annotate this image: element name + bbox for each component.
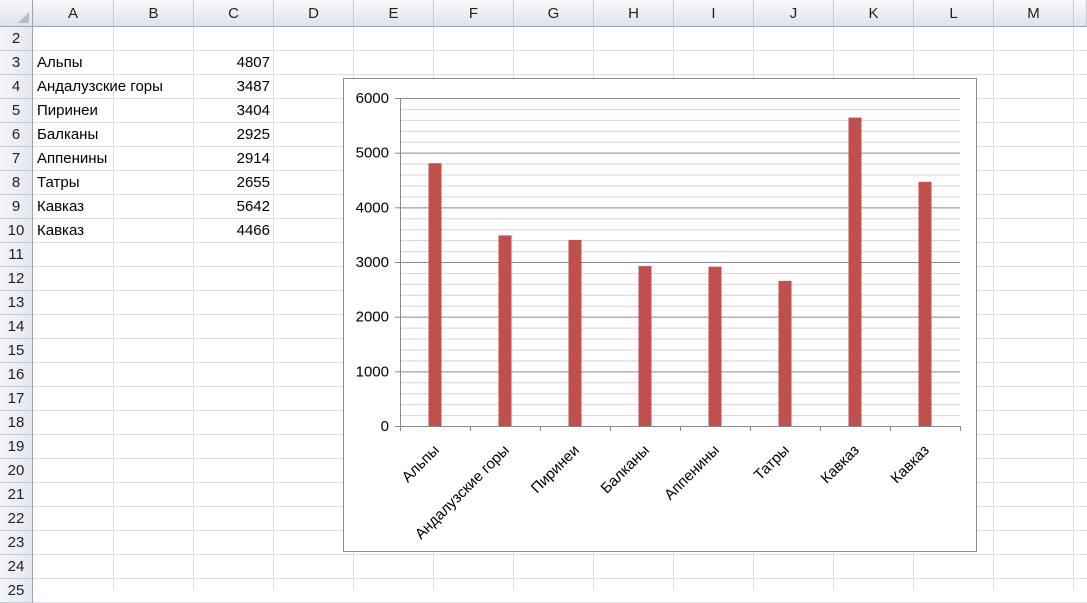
cell-a10[interactable]: Кавказ (37, 219, 84, 243)
cell-a3[interactable]: Альпы (37, 51, 82, 75)
cell-a8[interactable]: Татры (37, 171, 80, 195)
row-header-8[interactable]: 8 (0, 171, 33, 195)
row-header-11[interactable]: 11 (0, 243, 33, 267)
column-header-j[interactable]: J (754, 0, 834, 27)
cell-c8[interactable]: 2655 (193, 171, 270, 195)
bar (568, 239, 582, 426)
spreadsheet[interactable]: ABCDEFGHIJKLM 2 3 4 5 6 7 8 9 10 11 12 13 14 15 16 17 18… (0, 0, 1087, 603)
column-header-h[interactable]: H (594, 0, 674, 27)
select-all-corner[interactable] (0, 0, 33, 27)
column-header-l[interactable]: L (914, 0, 994, 27)
column-header-i[interactable]: I (674, 0, 754, 27)
bar (708, 266, 722, 426)
row-header-25[interactable]: 25 (0, 579, 33, 603)
row-header-2[interactable]: 2 (0, 27, 33, 51)
column-header-b[interactable]: B (114, 0, 194, 27)
column-header-m[interactable]: M (994, 0, 1074, 27)
x-tick-label: Балканы (597, 442, 652, 497)
row-header-15[interactable]: 15 (0, 339, 33, 363)
row-header-19[interactable]: 19 (0, 435, 33, 459)
row-header-17[interactable]: 17 (0, 387, 33, 411)
cell-a6[interactable]: Балканы (37, 123, 98, 147)
cell-c7[interactable]: 2914 (193, 147, 270, 171)
x-tick-label: Пиринеи (528, 442, 583, 497)
column-header-e[interactable]: E (354, 0, 434, 27)
gridline-horizontal (33, 554, 1087, 555)
row-header-12[interactable]: 12 (0, 267, 33, 291)
row-header-10[interactable]: 10 (0, 219, 33, 243)
row-header-21[interactable]: 21 (0, 483, 33, 507)
column-header-g[interactable]: G (514, 0, 594, 27)
cell-c3[interactable]: 4807 (193, 51, 270, 75)
gridline-horizontal (33, 578, 1087, 579)
column-header-k[interactable]: K (834, 0, 914, 27)
y-tick-label: 2000 (356, 309, 389, 326)
row-header-22[interactable]: 22 (0, 507, 33, 531)
x-tick-label: Кавказ (888, 442, 933, 487)
cell-a5[interactable]: Пиринеи (37, 99, 98, 123)
bar (778, 280, 792, 426)
x-tick-label: Альпы (399, 442, 443, 486)
row-header-3[interactable]: 3 (0, 51, 33, 75)
bar (918, 181, 932, 426)
cell-c10[interactable]: 4466 (193, 219, 270, 243)
column-header-a[interactable]: A (33, 0, 114, 27)
bar (428, 163, 442, 426)
row-header-18[interactable]: 18 (0, 411, 33, 435)
bar (848, 117, 862, 426)
x-tick-label: Татры (751, 442, 793, 484)
row-header-16[interactable]: 16 (0, 363, 33, 387)
cell-c9[interactable]: 5642 (193, 195, 270, 219)
column-header-f[interactable]: F (434, 0, 514, 27)
row-header-5[interactable]: 5 (0, 99, 33, 123)
row-header-13[interactable]: 13 (0, 291, 33, 315)
bar-chart: 0100020003000400050006000АльпыАндалузски… (356, 90, 961, 543)
chart-area[interactable]: 0 1000 2000 3000 4000 5000 6000 Альпы Андалузски… (343, 78, 977, 552)
cell-c4[interactable]: 3487 (193, 75, 270, 99)
y-tick-label: 6000 (356, 90, 389, 107)
row-header-4[interactable]: 4 (0, 75, 33, 99)
row-header-7[interactable]: 7 (0, 147, 33, 171)
column-header-c[interactable]: C (194, 0, 274, 27)
cell-a4[interactable]: Андалузские горы (37, 75, 163, 99)
bar (498, 235, 512, 426)
x-tick-label: Кавказ (818, 442, 863, 487)
cell-c6[interactable]: 2925 (193, 123, 270, 147)
row-header-6[interactable]: 6 (0, 123, 33, 147)
row-header-20[interactable]: 20 (0, 459, 33, 483)
y-tick-label: 4000 (356, 199, 389, 216)
row-header-14[interactable]: 14 (0, 315, 33, 339)
column-header-d[interactable]: D (274, 0, 354, 27)
row-header-24[interactable]: 24 (0, 555, 33, 579)
row-header-23[interactable]: 23 (0, 531, 33, 555)
y-tick-label: 5000 (356, 145, 389, 162)
gridline-horizontal (33, 50, 1087, 51)
x-tick-label: Аппенины (661, 442, 723, 504)
cell-a7[interactable]: Аппенины (37, 147, 107, 171)
gridline-horizontal (33, 74, 1087, 75)
y-tick-label: 1000 (356, 363, 389, 380)
column-header-partial[interactable] (1074, 0, 1087, 27)
row-header-9[interactable]: 9 (0, 195, 33, 219)
y-tick-label: 3000 (356, 254, 389, 271)
bar (638, 266, 652, 426)
cell-c5[interactable]: 3404 (193, 99, 270, 123)
y-tick-label: 0 (381, 418, 389, 435)
cell-a9[interactable]: Кавказ (37, 195, 84, 219)
